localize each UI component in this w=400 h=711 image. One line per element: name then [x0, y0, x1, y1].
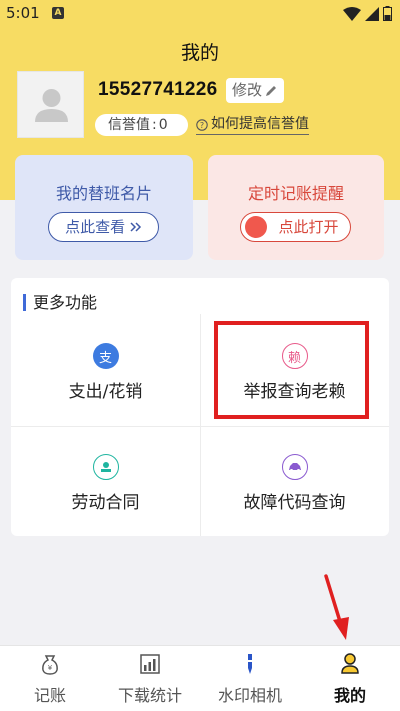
edit-label: 修改 [232, 81, 263, 99]
divider [11, 426, 389, 427]
status-time: 5:01 [6, 4, 40, 22]
svg-text:?: ? [200, 121, 204, 130]
enable-reminder-button[interactable]: 点此打开 [240, 212, 351, 242]
nav-item-download-stats[interactable]: 下载统计 [100, 646, 200, 711]
bottom-nav: ¥ 记账 下载统计 水印相机 我的 [0, 645, 400, 711]
svg-text:¥: ¥ [48, 664, 53, 672]
grid-item-fault-code[interactable]: 故障代码查询 [200, 454, 389, 513]
pen-icon [248, 654, 252, 674]
credit-value: 0 [158, 117, 168, 133]
phone-number: 15527741226 [98, 79, 218, 100]
improve-credit-label: 如何提高信誉值 [211, 116, 309, 132]
credit-badge: 信誉值:0 [95, 114, 188, 136]
double-chevron-icon [130, 222, 141, 232]
grid-item-label: 支出/花销 [68, 382, 143, 402]
view-card-label: 点此查看 [65, 218, 126, 236]
status-icons [343, 6, 392, 21]
section-title: 更多功能 [23, 294, 97, 311]
substitute-card-title: 我的替班名片 [55, 184, 152, 203]
nav-item-accounting[interactable]: ¥ 记账 [0, 646, 100, 711]
nav-label: 水印相机 [217, 686, 282, 705]
user-icon [341, 653, 359, 674]
user-placeholder-icon [35, 89, 68, 122]
notification-icon: A [52, 7, 64, 19]
avatar[interactable] [17, 71, 84, 138]
credit-label: 信誉值 [108, 117, 150, 133]
nav-item-mine[interactable]: 我的 [300, 646, 400, 711]
grid-item-label: 故障代码查询 [243, 493, 346, 513]
nav-item-watermark-camera[interactable]: 水印相机 [200, 646, 300, 711]
status-bar: 5:01 A [0, 0, 400, 28]
reminder-card[interactable]: 定时记账提醒 点此打开 [208, 155, 384, 260]
nav-label: 记账 [33, 686, 66, 705]
toggle-knob [245, 216, 267, 238]
car-fault-icon [281, 454, 308, 480]
moneybag-icon: ¥ [42, 655, 58, 675]
page-title: 我的 [180, 42, 219, 64]
expense-icon: 支 [92, 343, 119, 369]
view-card-button[interactable]: 点此查看 [48, 212, 159, 242]
grid-item-expenses[interactable]: 支 支出/花销 [11, 343, 200, 402]
battery-icon [383, 6, 392, 21]
substitute-card[interactable]: 我的替班名片 点此查看 [15, 155, 193, 260]
pencil-icon [266, 85, 277, 96]
grid-item-labor-contract[interactable]: 劳动合同 [11, 454, 200, 513]
enable-reminder-label: 点此打开 [278, 218, 339, 236]
reminder-card-title: 定时记账提醒 [247, 184, 344, 203]
contract-icon [92, 454, 119, 480]
arrow-annotation [324, 574, 349, 640]
grid-item-label: 劳动合同 [71, 493, 140, 513]
edit-button[interactable]: 修改 [226, 78, 284, 103]
signal-icon [365, 6, 379, 21]
chart-icon [140, 654, 160, 674]
nav-label: 我的 [333, 686, 366, 705]
highlight-box [214, 321, 369, 419]
nav-label: 下载统计 [117, 686, 182, 705]
question-icon: ? [196, 118, 208, 131]
wifi-icon [343, 6, 361, 21]
improve-credit-link[interactable]: ? 如何提高信誉值 [196, 115, 309, 135]
